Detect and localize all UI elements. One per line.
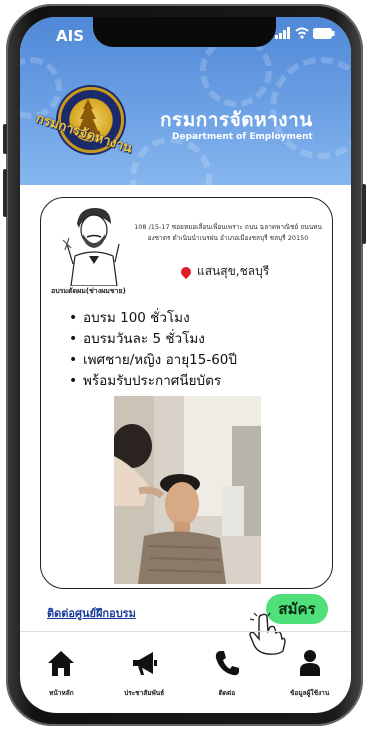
- phone-icon: [215, 651, 239, 676]
- bottom-nav: หน้าหลัก ประชาสัมพันธ์ ติดต่อ ข้อมูลผู้ใ…: [20, 642, 351, 710]
- nav-item-home[interactable]: หน้าหลัก: [20, 642, 103, 710]
- user-icon: [299, 650, 320, 676]
- department-title-en: Department of Employment: [172, 132, 313, 142]
- phone-notch: [93, 17, 276, 47]
- signal-icon: [275, 27, 290, 39]
- course-detail-item: อบรม 100 ชั่วโมง: [69, 308, 237, 329]
- nav-item-contact[interactable]: ติดต่อ: [186, 642, 269, 710]
- nav-label: ข้อมูลผู้ใช้งาน: [289, 689, 330, 697]
- nav-divider: [20, 631, 351, 632]
- carrier-label: AIS: [56, 27, 84, 45]
- course-address: 108 /15-17 ซอยหมอเลื่อนเพื่อนเพราะ ถนน ฉ…: [134, 223, 322, 242]
- volume-button: [3, 124, 7, 154]
- home-icon: [48, 651, 75, 676]
- status-icons: [275, 27, 335, 39]
- nav-item-user-info[interactable]: ข้อมูลผู้ใช้งาน: [268, 642, 351, 710]
- course-card: อบรมตัดผม(ช่างผมชาย) 108 /15-17 ซอยหมอเล…: [40, 197, 333, 589]
- course-detail-item: อบรมวันละ 5 ชั่วโมง: [69, 329, 237, 350]
- location-label: แสนสุข,ชลบุรี: [197, 264, 270, 278]
- barber-illustration: [62, 208, 120, 286]
- battery-icon: [313, 27, 335, 39]
- nav-item-announcements[interactable]: ประชาสัมพันธ์: [103, 642, 186, 710]
- megaphone-icon: [133, 652, 158, 675]
- app-screen: AIS กรมการจัดหางาน กรมการจัดหางาน Depart…: [20, 17, 351, 713]
- app-header: AIS กรมการจัดหางาน กรมการจัดหางาน Depart…: [20, 17, 351, 185]
- wifi-icon: [295, 27, 309, 39]
- course-details-list: อบรม 100 ชั่วโมง อบรมวันละ 5 ชั่วโมง เพศ…: [69, 308, 237, 392]
- nav-label: ติดต่อ: [218, 689, 236, 697]
- course-detail-item: เพศชาย/หญิง อายุ15-60ปี: [69, 350, 237, 371]
- contact-training-center-link[interactable]: ติดต่อศูนย์ฝึกอบรม: [47, 604, 136, 622]
- nav-label: ประชาสัมพันธ์: [124, 689, 165, 697]
- course-location: แสนสุข,ชลบุรี: [178, 262, 270, 281]
- haircut-photo: [114, 396, 261, 584]
- course-name: อบรมตัดผม(ช่างผมชาย): [51, 287, 126, 295]
- nav-label: หน้าหลัก: [49, 689, 74, 697]
- volume-button: [3, 169, 7, 217]
- department-title-th: กรมการจัดหางาน: [160, 109, 313, 131]
- location-pin-icon: [178, 264, 194, 279]
- power-button: [362, 184, 366, 244]
- course-detail-item: พร้อมรับประกาศนียบัตร: [69, 371, 237, 392]
